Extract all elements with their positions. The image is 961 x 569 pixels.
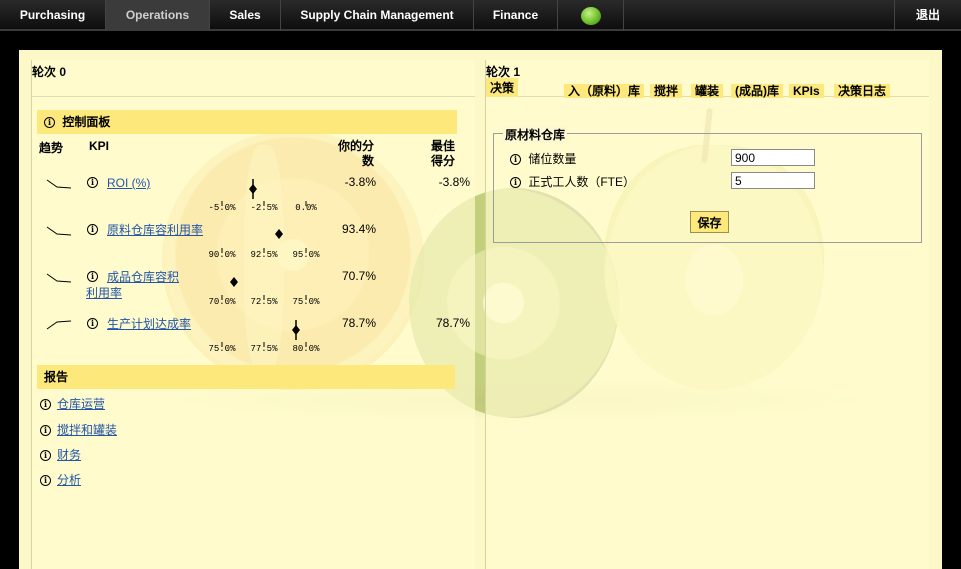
kpi-score: 70.7% bbox=[341, 269, 376, 283]
tab-decision-log[interactable]: 决策日志 bbox=[834, 84, 891, 98]
field-label-storage-slots: 储位数量 bbox=[528, 152, 577, 166]
section-title: 原材料仓库 bbox=[503, 126, 568, 143]
scale-tick-label: 75.0% bbox=[208, 344, 236, 354]
tab-raw-material-inbound[interactable]: 入（原料）库 bbox=[564, 84, 645, 98]
scale-tick-label: 92.5% bbox=[250, 250, 278, 260]
storage-slots-input[interactable] bbox=[731, 149, 815, 166]
info-icon[interactable]: i bbox=[87, 224, 98, 235]
trend-down-icon bbox=[46, 226, 72, 236]
top-nav: Purchasing Operations Sales Supply Chain… bbox=[0, 0, 961, 31]
info-icon[interactable]: i bbox=[510, 154, 521, 165]
nav-sales[interactable]: Sales bbox=[210, 0, 281, 31]
tab-bottling[interactable]: 罐装 bbox=[691, 84, 724, 98]
kpi-header: KPI bbox=[89, 139, 110, 153]
info-icon[interactable]: i bbox=[40, 475, 51, 486]
scale-tick-label: 77.5% bbox=[250, 344, 278, 354]
trend-header: 趋势 bbox=[39, 141, 64, 155]
field-row: i 正式工人数（FTE） bbox=[510, 173, 635, 190]
tab-decision[interactable]: 决策 bbox=[486, 78, 519, 97]
reports-title: 报告 bbox=[44, 370, 69, 384]
round-label: 轮次 0 bbox=[32, 65, 67, 79]
scale-tick-label: 75.0% bbox=[292, 297, 320, 307]
trend-down-icon bbox=[46, 179, 72, 189]
nav-supply-chain-management[interactable]: Supply Chain Management bbox=[281, 0, 474, 31]
tab-kpis[interactable]: KPIs bbox=[789, 84, 824, 98]
raw-material-warehouse-section: 原材料仓库 i 储位数量 i 正式工人数（FTE） 保存 bbox=[493, 126, 922, 243]
field-row: i 储位数量 bbox=[510, 150, 576, 167]
info-icon[interactable]: i bbox=[87, 318, 98, 329]
nav-finance[interactable]: Finance bbox=[474, 0, 558, 31]
logout-button[interactable]: 退出 bbox=[894, 0, 961, 31]
scale-tick-label: 0.0% bbox=[295, 203, 317, 213]
info-icon[interactable]: i bbox=[40, 425, 51, 436]
fte-input[interactable] bbox=[731, 172, 815, 189]
scale-tick-label: -5.0% bbox=[208, 203, 236, 213]
kpi-row: i 生产计划达成率 75.0% 77.5% 80.0% 78.7% 78.7% bbox=[32, 314, 476, 360]
scale-tick-label: 72.5% bbox=[250, 297, 278, 307]
kpi-link-raw-warehouse-utilization[interactable]: 原料仓库容利用率 bbox=[107, 222, 203, 238]
nav-operations[interactable]: Operations bbox=[106, 0, 210, 31]
left-panel: 轮次 0 i 控制面板 趋势 KPI 你的分数 最佳得分 i ROI (%) -… bbox=[31, 60, 475, 569]
report-link-finance[interactable]: 财务 bbox=[57, 448, 81, 462]
info-icon[interactable]: i bbox=[44, 117, 55, 128]
save-button[interactable]: 保存 bbox=[690, 211, 729, 233]
info-icon[interactable]: i bbox=[87, 177, 98, 188]
kpi-row: i 成品仓库容积利用率 70.0% 72.5% 75.0% 70.7% bbox=[32, 267, 476, 313]
info-icon[interactable]: i bbox=[510, 177, 521, 188]
report-item: i 分析 bbox=[40, 471, 81, 488]
report-item: i 财务 bbox=[40, 446, 81, 463]
best-score-header: 最佳得分 bbox=[430, 139, 455, 168]
report-item: i 仓库运营 bbox=[40, 395, 105, 412]
kpi-row: i ROI (%) -5.0% -2.5% 0.0% -3.8% -3.8% bbox=[32, 173, 476, 219]
report-link-analysis[interactable]: 分析 bbox=[57, 473, 81, 487]
report-item: i 搅拌和罐装 bbox=[40, 421, 117, 438]
green-ball-icon[interactable] bbox=[581, 7, 601, 25]
right-panel-header: 轮次 1 决策 入（原料）库 搅拌 罐装 (成品)库 KPIs 决策日志 bbox=[486, 60, 929, 98]
trend-down-icon bbox=[46, 273, 72, 283]
tab-finished-goods[interactable]: (成品)库 bbox=[731, 84, 783, 98]
scale-tick-label: -2.5% bbox=[250, 203, 278, 213]
kpi-score: 93.4% bbox=[341, 222, 376, 236]
kpi-best-score: 78.7% bbox=[435, 316, 470, 330]
reports-header: 报告 bbox=[37, 365, 455, 389]
kpi-score: 78.7% bbox=[341, 316, 376, 330]
left-panel-header: 轮次 0 bbox=[32, 60, 475, 97]
scale-tick-label: 80.0% bbox=[292, 344, 320, 354]
report-link-mixing-bottling[interactable]: 搅拌和罐装 bbox=[57, 423, 117, 437]
scale-tick-label: 95.0% bbox=[292, 250, 320, 260]
scale-tick-label: 70.0% bbox=[208, 297, 236, 307]
kpi-row: i 原料仓库容利用率 90.0% 92.5% 95.0% 93.4% bbox=[32, 220, 476, 266]
main-stage: 轮次 0 i 控制面板 趋势 KPI 你的分数 最佳得分 i ROI (%) -… bbox=[19, 50, 942, 569]
your-score-header: 你的分数 bbox=[337, 139, 374, 168]
kpi-best-score: -3.8% bbox=[438, 175, 470, 189]
kpi-link-roi[interactable]: ROI (%) bbox=[107, 175, 150, 191]
info-icon[interactable]: i bbox=[40, 450, 51, 461]
field-label-fte: 正式工人数（FTE） bbox=[528, 175, 636, 189]
kpi-link-finished-warehouse-utilization[interactable]: 成品仓库容积利用率 bbox=[86, 269, 186, 301]
report-link-warehouse-ops[interactable]: 仓库运营 bbox=[57, 397, 105, 411]
dashboard-title: 控制面板 bbox=[62, 115, 111, 129]
kpi-link-production-plan-achievement[interactable]: 生产计划达成率 bbox=[107, 316, 191, 332]
dashboard-header: i 控制面板 bbox=[37, 110, 457, 134]
kpi-score: -3.8% bbox=[344, 175, 376, 189]
tab-mixing[interactable]: 搅拌 bbox=[650, 84, 683, 98]
trend-up-icon bbox=[46, 320, 72, 330]
nav-purchasing[interactable]: Purchasing bbox=[0, 0, 106, 31]
info-icon[interactable]: i bbox=[40, 399, 51, 410]
scale-tick-label: 90.0% bbox=[208, 250, 236, 260]
right-panel: 轮次 1 决策 入（原料）库 搅拌 罐装 (成品)库 KPIs 决策日志 原材料… bbox=[485, 60, 929, 569]
